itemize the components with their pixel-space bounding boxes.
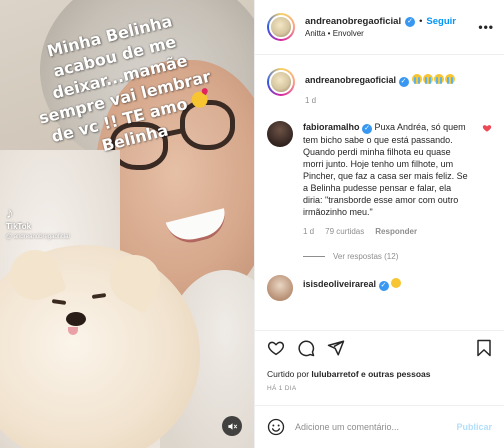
caption-author-username[interactable]: andreanobregaoficial (305, 75, 396, 85)
commenter-username[interactable]: fabioramalho (303, 122, 360, 132)
smiling-emoji (391, 278, 402, 288)
comment-time[interactable]: 1 d (303, 226, 314, 238)
reply-button[interactable]: Responder (375, 226, 417, 238)
caption-author-avatar[interactable] (267, 68, 295, 96)
share-icon[interactable] (327, 339, 345, 357)
comment-likes[interactable]: 79 curtidas (325, 226, 364, 238)
speaker-muted-icon (227, 422, 237, 430)
liked-by-prefix: Curtido por (267, 369, 312, 379)
publish-button[interactable]: Publicar (456, 422, 492, 432)
post-actions-area: Curtido por lulubarretof e outras pessoa… (255, 330, 504, 392)
comment-input[interactable] (295, 422, 447, 432)
author-row: andreanobregaoficial ✓ • Seguir (305, 16, 478, 27)
caption-meta: 1 d (305, 95, 492, 107)
author-meta: andreanobregaoficial ✓ • Seguir Anitta •… (305, 16, 478, 38)
tiktok-handle: @ andreanobregaoficial (6, 234, 70, 240)
dog-nose (66, 312, 86, 326)
loudly-crying-emoji (412, 74, 423, 84)
caption-body: andreanobregaoficial ✓ 1 d (305, 68, 492, 107)
comment-icon[interactable] (297, 339, 315, 357)
action-bar (267, 337, 492, 359)
post-side-panel: andreanobregaoficial ✓ • Seguir Anitta •… (254, 0, 504, 448)
add-comment-bar: Publicar (255, 405, 504, 448)
post-header: andreanobregaoficial ✓ • Seguir Anitta •… (255, 0, 504, 55)
kissing-heart-emoji (190, 89, 210, 110)
author-username[interactable]: andreanobregaoficial (305, 16, 401, 27)
verified-badge-icon: ✓ (378, 281, 389, 291)
comment-meta: 1 d 79 curtidas Responder (303, 226, 472, 238)
separator-dot: • (419, 16, 423, 27)
liked-by: Curtido por lulubarretof e outras pessoa… (267, 369, 492, 379)
loudly-crying-emoji (445, 74, 456, 84)
view-replies-button[interactable]: Ver respostas (12) (303, 252, 492, 261)
tiktok-logo-icon: ♪ (6, 205, 14, 222)
view-replies-label: Ver respostas (12) (333, 252, 399, 261)
loudly-crying-emoji (423, 74, 434, 84)
verified-badge-icon: ✓ (362, 124, 373, 134)
tiktok-name: TikTok (6, 222, 32, 231)
posted-time[interactable]: HÁ 1 DIA (267, 385, 492, 392)
smiley-icon[interactable] (267, 418, 285, 436)
loudly-crying-emoji (434, 74, 445, 84)
liked-by-user[interactable]: lulubarretof (311, 369, 358, 379)
comment-item: isisdeoliveirareal ✓ (267, 275, 492, 301)
commenter-username[interactable]: isisdeoliveirareal (303, 279, 376, 289)
audio-info[interactable]: Anitta • Envolver (305, 29, 478, 38)
author-caption: andreanobregaoficial ✓ 1 d (267, 68, 492, 107)
liked-by-suffix[interactable]: e outras pessoas (359, 369, 430, 379)
caption-time[interactable]: 1 d (305, 95, 316, 107)
more-options-icon[interactable]: ••• (478, 20, 494, 34)
comment-item: fabioramalho ✓ Puxa Andréa, só quem tem … (267, 121, 492, 238)
heart-icon[interactable] (267, 339, 285, 357)
comment-body: fabioramalho ✓ Puxa Andréa, só quem tem … (303, 121, 472, 238)
post-media[interactable]: Minha Belinha acabou de me deixar...mamã… (0, 0, 254, 448)
commenter-avatar[interactable] (267, 121, 293, 147)
comments-section[interactable]: andreanobregaoficial ✓ 1 d fabioramalho … (255, 56, 504, 328)
comment-text: Puxa Andréa, só quem tem bicho sabe o qu… (303, 122, 468, 217)
comment-liked-heart-icon[interactable] (482, 123, 492, 133)
comment-body: isisdeoliveirareal ✓ (303, 275, 492, 291)
instagram-post: Minha Belinha acabou de me deixar...mamã… (0, 0, 504, 448)
tiktok-watermark: ♪ TikTok @ andreanobregaoficial (6, 205, 70, 241)
verified-badge-icon: ✓ (398, 77, 409, 87)
follow-button[interactable]: Seguir (426, 16, 456, 27)
mute-button[interactable] (222, 416, 242, 436)
verified-badge-icon: ✓ (405, 16, 416, 27)
author-avatar[interactable] (267, 13, 295, 41)
bookmark-icon[interactable] (476, 339, 492, 357)
commenter-avatar[interactable] (267, 275, 293, 301)
replies-line (303, 256, 325, 257)
